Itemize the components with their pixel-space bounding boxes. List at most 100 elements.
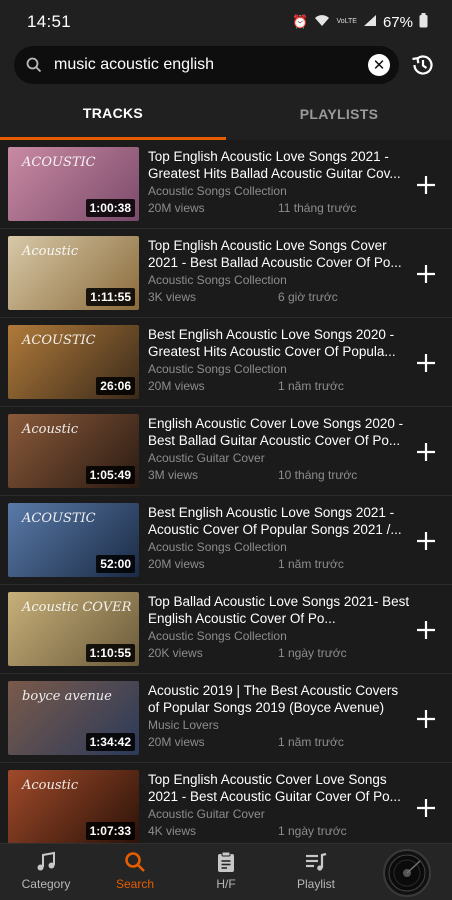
- track-row[interactable]: ACOUSTIC 52:00 Best English Acoustic Love …: [0, 496, 452, 585]
- thumbnail-text: boyce avenue: [22, 689, 112, 704]
- clipboard-icon: [218, 851, 234, 872]
- vinyl-disc-icon: [388, 854, 426, 892]
- duration-badge: 26:06: [96, 377, 135, 395]
- track-thumbnail[interactable]: Acoustic 1:11:55: [8, 236, 139, 310]
- nav-hf[interactable]: H/F: [188, 850, 264, 898]
- track-age: 1 ngày trước: [278, 646, 347, 660]
- track-channel: Acoustic Songs Collection: [148, 362, 287, 376]
- bottom-nav: Category Search H/F Playlist: [0, 843, 452, 900]
- add-icon[interactable]: [414, 173, 438, 197]
- status-bar: 14:51 ⏰ VoLTE 67%: [0, 0, 452, 44]
- add-icon[interactable]: [414, 618, 438, 642]
- thumbnail-text: Acoustic: [22, 422, 79, 437]
- thumbnail-text: ACOUSTIC: [22, 511, 96, 526]
- track-age: 10 tháng trước: [278, 468, 358, 482]
- duration-badge: 1:05:49: [85, 466, 135, 484]
- status-time: 14:51: [27, 12, 72, 31]
- tab-bar: TRACKS PLAYLISTS: [0, 88, 452, 140]
- track-channel: Acoustic Guitar Cover: [148, 807, 265, 821]
- track-list[interactable]: ACOUSTIC 1:00:38 Top English Acoustic Love…: [0, 140, 452, 843]
- battery-percent: 67%: [382, 13, 413, 31]
- track-title[interactable]: English Acoustic Cover Love Songs 2020 -…: [148, 415, 410, 449]
- thumbnail-text: ACOUSTIC: [22, 155, 96, 170]
- now-playing-disc[interactable]: [383, 849, 431, 897]
- duration-badge: 1:34:42: [85, 733, 135, 751]
- search-icon: [125, 852, 145, 872]
- add-icon[interactable]: [414, 440, 438, 464]
- track-thumbnail[interactable]: ACOUSTIC 52:00: [8, 503, 139, 577]
- nav-playlist[interactable]: Playlist: [278, 850, 354, 898]
- track-views: 20K views: [148, 646, 203, 660]
- track-age: 1 năm trước: [278, 557, 344, 571]
- track-thumbnail[interactable]: ACOUSTIC 1:00:38: [8, 147, 139, 221]
- track-title[interactable]: Top English Acoustic Love Songs Cover 20…: [148, 237, 410, 271]
- duration-badge: 1:11:55: [86, 288, 135, 306]
- add-icon[interactable]: [414, 707, 438, 731]
- search-row: music acoustic english ✕: [0, 44, 452, 88]
- music-note-icon: [37, 851, 55, 871]
- add-icon[interactable]: [414, 262, 438, 286]
- track-thumbnail[interactable]: Acoustic 1:05:49: [8, 414, 139, 488]
- track-row[interactable]: boyce avenue 1:34:42 Acoustic 2019 | The B…: [0, 674, 452, 763]
- alarm-icon: ⏰: [292, 14, 309, 29]
- track-title[interactable]: Best English Acoustic Love Songs 2020 - …: [148, 326, 410, 360]
- track-age: 1 năm trước: [278, 735, 344, 749]
- signal-icon: [363, 14, 377, 30]
- add-icon[interactable]: [414, 351, 438, 375]
- track-channel: Acoustic Songs Collection: [148, 273, 287, 287]
- nav-label: Category: [21, 877, 71, 891]
- wifi-icon: [314, 14, 330, 30]
- track-row[interactable]: ACOUSTIC 1:00:38 Top English Acoustic Love…: [0, 140, 452, 229]
- duration-badge: 1:10:55: [85, 644, 135, 662]
- nav-label: Search: [115, 877, 155, 891]
- track-row[interactable]: Acoustic 1:07:33 Top English Acoustic Cove…: [0, 763, 452, 843]
- track-row[interactable]: Acoustic 1:11:55 Top English Acoustic Love…: [0, 229, 452, 318]
- track-title[interactable]: Top English Acoustic Love Songs 2021 - G…: [148, 148, 410, 182]
- track-title[interactable]: Top Ballad Acoustic Love Songs 2021- Bes…: [148, 593, 410, 627]
- track-views: 20M views: [148, 379, 205, 393]
- clear-search-icon[interactable]: ✕: [368, 54, 390, 76]
- track-row[interactable]: Acoustic 1:05:49 English Acoustic Cover Lo…: [0, 407, 452, 496]
- track-thumbnail[interactable]: ACOUSTIC 26:06: [8, 325, 139, 399]
- track-channel: Acoustic Guitar Cover: [148, 451, 265, 465]
- nav-label: Playlist: [296, 877, 335, 891]
- track-row[interactable]: ACOUSTIC 26:06 Best English Acoustic Love …: [0, 318, 452, 407]
- track-age: 1 năm trước: [278, 379, 344, 393]
- duration-badge: 1:07:33: [85, 822, 135, 840]
- track-title[interactable]: Best English Acoustic Love Songs 2021 - …: [148, 504, 410, 538]
- track-channel: Acoustic Songs Collection: [148, 629, 287, 643]
- track-views: 20M views: [148, 201, 205, 215]
- track-channel: Acoustic Songs Collection: [148, 540, 287, 554]
- add-icon[interactable]: [414, 529, 438, 553]
- track-views: 4K views: [148, 824, 197, 838]
- track-age: 1 ngày trước: [278, 824, 347, 838]
- track-views: 20M views: [148, 557, 205, 571]
- duration-badge: 52:00: [96, 555, 135, 573]
- track-age: 6 giờ trước: [278, 290, 338, 304]
- track-thumbnail[interactable]: boyce avenue 1:34:42: [8, 681, 139, 755]
- track-title[interactable]: Acoustic 2019 | The Best Acoustic Covers…: [148, 682, 410, 716]
- track-views: 20M views: [148, 735, 205, 749]
- nav-search[interactable]: Search: [97, 850, 173, 898]
- duration-badge: 1:00:38: [85, 199, 135, 217]
- network-label: VoLTE: [336, 18, 357, 25]
- track-title[interactable]: Top English Acoustic Cover Love Songs 20…: [148, 771, 410, 805]
- thumbnail-text: Acoustic COVER: [22, 600, 132, 615]
- track-channel: Music Lovers: [148, 718, 219, 732]
- thumbnail-text: ACOUSTIC: [22, 333, 96, 348]
- history-icon[interactable]: [410, 52, 436, 78]
- search-input[interactable]: music acoustic english: [54, 56, 368, 74]
- track-row[interactable]: Acoustic COVER 1:10:55 Top Ballad Acoustic…: [0, 585, 452, 674]
- track-thumbnail[interactable]: Acoustic 1:07:33: [8, 770, 139, 843]
- nav-category[interactable]: Category: [8, 850, 84, 898]
- search-box[interactable]: music acoustic english ✕: [14, 46, 399, 84]
- tab-playlists[interactable]: PLAYLISTS: [226, 88, 452, 140]
- track-thumbnail[interactable]: Acoustic COVER 1:10:55: [8, 592, 139, 666]
- track-channel: Acoustic Songs Collection: [148, 184, 287, 198]
- search-icon: [26, 57, 42, 73]
- track-age: 11 tháng trước: [278, 201, 357, 215]
- track-views: 3M views: [148, 468, 199, 482]
- tab-tracks[interactable]: TRACKS: [0, 88, 226, 140]
- add-icon[interactable]: [414, 796, 438, 820]
- track-views: 3K views: [148, 290, 197, 304]
